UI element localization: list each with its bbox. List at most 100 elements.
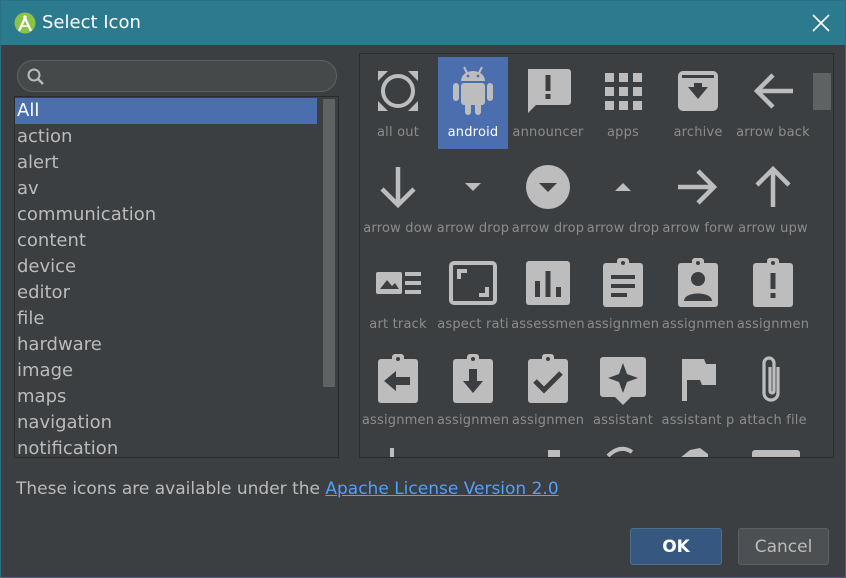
category-item-device[interactable]: device <box>15 254 317 280</box>
arrow-forward-icon <box>678 169 718 205</box>
arrow-back-icon <box>753 73 793 109</box>
ok-button[interactable]: OK <box>630 528 722 565</box>
android-studio-icon <box>14 12 36 34</box>
icon-label: arrow dow <box>363 221 433 236</box>
assessment-icon <box>526 261 570 305</box>
icon-cell-arrow-drop-down-circle[interactable]: arrow drop <box>512 153 584 245</box>
category-item-navigation[interactable]: navigation <box>15 410 317 436</box>
icon-label: arrow back <box>736 125 810 140</box>
dialog-title: Select Icon <box>42 12 141 33</box>
assistant-icon <box>600 357 646 405</box>
select-icon-dialog: Select Icon All action alert av communic… <box>0 0 846 578</box>
icon-label: assessmen <box>511 317 585 332</box>
icon-cell-android[interactable]: android <box>438 57 508 149</box>
icon-cell-aspect-ratio[interactable]: aspect rati <box>437 249 509 341</box>
icon-cell-arrow-upward[interactable]: arrow upw <box>738 153 808 245</box>
license-prefix: These icons are available under the <box>16 479 326 499</box>
assistant-photo-icon <box>682 359 716 401</box>
icon-grid: all out android announcer apps archive a… <box>359 53 834 458</box>
icon-cell-art-track[interactable]: art track <box>363 249 433 341</box>
icon-label: assistant <box>592 413 654 428</box>
battery-alert-icon <box>681 448 708 457</box>
category-item-file[interactable]: file <box>15 306 317 332</box>
icon-cell-arrow-downward[interactable]: arrow dow <box>363 153 433 245</box>
icon-label: arrow drop <box>511 221 585 236</box>
all-out-icon <box>378 71 418 111</box>
category-item-action[interactable]: action <box>15 124 317 150</box>
assignment-turned-in-icon <box>528 354 568 403</box>
arrow-downward-icon <box>380 167 416 209</box>
close-button[interactable] <box>807 9 835 37</box>
audiotrack-icon <box>390 448 394 457</box>
icon-cell-apps[interactable]: apps <box>588 57 658 149</box>
icon-cell-assignment-ind[interactable]: assignmen <box>662 249 734 341</box>
icon-label: all out <box>376 125 419 140</box>
assignment-ind-icon <box>678 258 718 307</box>
icon-cell-assignment-return[interactable]: assignmen <box>362 345 434 437</box>
assignment-late-icon <box>753 258 793 307</box>
assignment-return-icon <box>378 354 418 403</box>
icon-cell-assistant-photo[interactable]: assistant p <box>662 345 734 437</box>
category-item-notification[interactable]: notification <box>15 436 317 457</box>
book-icon <box>752 450 800 457</box>
icon-label: assignmen <box>736 317 810 332</box>
icon-label: android <box>447 125 499 140</box>
apps-icon <box>605 73 642 110</box>
icon-cell-all-out[interactable]: all out <box>363 57 433 149</box>
art-track-icon <box>376 272 421 294</box>
autorenew-icon <box>548 450 560 457</box>
icon-label: archive <box>673 125 723 140</box>
arrow-drop-down-icon <box>465 183 481 191</box>
category-list: All action alert av communication conten… <box>14 96 339 458</box>
icon-label: arrow forw <box>662 221 734 236</box>
category-item-image[interactable]: image <box>15 358 317 384</box>
icon-cell-assignment-turned-in[interactable]: assignmen <box>512 345 584 437</box>
icon-cell-arrow-back[interactable]: arrow back <box>736 57 810 149</box>
assignment-icon <box>603 258 643 307</box>
android-icon <box>453 66 493 115</box>
search-input[interactable] <box>52 63 330 89</box>
icon-cell-assignment-returned[interactable]: assignmen <box>437 345 509 437</box>
archive-icon <box>678 71 718 111</box>
icon-label: assignmen <box>586 317 660 332</box>
category-item-content[interactable]: content <box>15 228 317 254</box>
cancel-button[interactable]: Cancel <box>738 528 829 565</box>
category-scrollbar[interactable] <box>323 99 335 387</box>
icon-cell-assistant[interactable]: assistant <box>588 345 658 437</box>
icon-label: arrow drop <box>436 221 510 236</box>
icon-label: assignmen <box>436 413 510 428</box>
category-item-editor[interactable]: editor <box>15 280 317 306</box>
backup-icon <box>606 446 634 457</box>
icon-label: announcer <box>512 125 584 140</box>
icon-cell-assignment-late[interactable]: assignmen <box>737 249 809 341</box>
category-item-hardware[interactable]: hardware <box>15 332 317 358</box>
license-text: These icons are available under the Apac… <box>16 479 559 499</box>
arrow-drop-up-icon <box>615 183 631 191</box>
icon-cell-announcement[interactable]: announcer <box>512 57 583 149</box>
aspect-ratio-icon <box>449 261 497 305</box>
icon-grid-scrollbar[interactable] <box>813 73 831 110</box>
announcement-icon <box>528 69 571 113</box>
icon-cell-arrow-drop-down[interactable]: arrow drop <box>437 153 509 245</box>
category-item-maps[interactable]: maps <box>15 384 317 410</box>
attach-file-icon <box>762 356 780 402</box>
icon-label: assignmen <box>661 317 735 332</box>
icon-label: attach file <box>739 413 807 428</box>
search-field[interactable] <box>17 60 337 92</box>
icon-cell-archive[interactable]: archive <box>663 57 733 149</box>
icon-cell-assessment[interactable]: assessmen <box>511 249 585 341</box>
search-icon <box>27 68 44 85</box>
icon-label: arrow upw <box>738 221 808 236</box>
category-item-communication[interactable]: communication <box>15 202 317 228</box>
apache-license-link[interactable]: Apache License Version 2.0 <box>325 479 558 499</box>
icon-label: arrow drop <box>586 221 660 236</box>
icon-cell-attach-file[interactable]: attach file <box>738 345 808 437</box>
title-bar: Select Icon <box>1 1 845 45</box>
category-item-all[interactable]: All <box>15 98 317 124</box>
category-item-av[interactable]: av <box>15 176 317 202</box>
category-item-alert[interactable]: alert <box>15 150 317 176</box>
icon-cell-arrow-drop-up[interactable]: arrow drop <box>587 153 659 245</box>
arrow-drop-down-circle-icon <box>526 165 570 209</box>
icon-cell-arrow-forward[interactable]: arrow forw <box>662 153 733 245</box>
icon-cell-assignment[interactable]: assignmen <box>587 249 659 341</box>
